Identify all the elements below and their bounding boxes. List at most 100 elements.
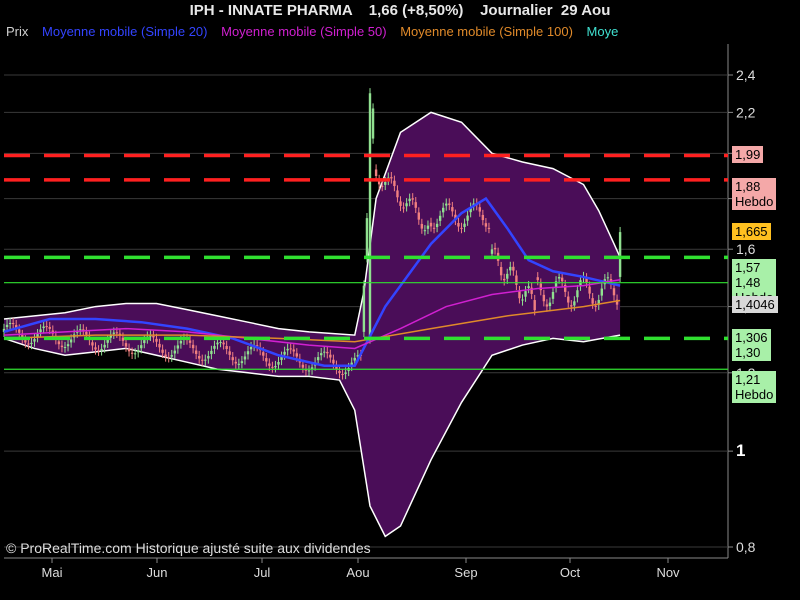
price-tag: 1,4046: [732, 296, 778, 314]
x-tick-label: Jun: [147, 565, 168, 580]
candle-body: [417, 212, 420, 220]
candle-body: [560, 277, 564, 282]
candle-body: [39, 329, 42, 333]
candle-body: [201, 359, 204, 361]
candle-body: [167, 357, 170, 359]
candle-body: [112, 332, 115, 334]
candle-body: [393, 180, 396, 187]
candle-body: [219, 342, 222, 344]
candle-body: [463, 223, 466, 227]
candle-body: [405, 203, 408, 207]
candle-body: [362, 285, 366, 332]
candle-body: [521, 299, 524, 301]
candle-body: [79, 329, 82, 331]
candle-body: [414, 202, 417, 208]
candle-body: [179, 341, 183, 344]
candle-body: [225, 345, 228, 350]
candle-body: [445, 203, 448, 206]
x-tick-label: Nov: [656, 565, 680, 580]
candle-body: [143, 340, 146, 344]
y-tick-label: 1: [736, 441, 745, 460]
candle-body: [283, 351, 286, 355]
candle-body: [164, 354, 167, 357]
candle-body: [91, 342, 94, 346]
candle-body: [518, 291, 521, 299]
candle-body: [332, 359, 335, 364]
candle-body: [432, 227, 436, 229]
candle-body: [173, 350, 176, 354]
candle-body: [194, 350, 198, 354]
candle-body: [100, 348, 103, 351]
candle-body: [606, 277, 610, 279]
price-tag: 1,99: [732, 146, 764, 164]
candle-body: [222, 342, 225, 345]
candle-body: [103, 344, 106, 348]
x-tick-label: Oct: [560, 565, 581, 580]
candle-body: [63, 347, 67, 349]
candle-body: [493, 247, 497, 250]
x-tick-label: Aou: [346, 565, 369, 580]
candle-body: [457, 222, 460, 227]
candle-body: [158, 343, 161, 348]
candle-body: [277, 361, 280, 365]
candle-body: [545, 304, 549, 307]
candle-body: [27, 343, 30, 345]
candle-body: [320, 353, 323, 356]
candle-body: [323, 351, 326, 353]
candle-body: [353, 357, 356, 361]
candle-body: [249, 346, 253, 350]
candle-body: [240, 361, 244, 364]
candle-body: [539, 283, 542, 291]
price-tag: 1,21 Hebdo: [732, 371, 777, 404]
candle-body: [176, 345, 180, 349]
candle-body: [573, 301, 576, 306]
candle-body: [438, 215, 442, 221]
candle-body: [292, 349, 295, 352]
candle-body: [408, 198, 411, 202]
candle-body: [271, 366, 274, 368]
candle-body: [307, 370, 311, 372]
candle-body: [115, 332, 119, 334]
candle-body: [435, 223, 439, 228]
candle-body: [567, 296, 570, 303]
price-chart[interactable]: 0,811,21,41,61,822,22,4MaiJunJulAouSepOc…: [0, 0, 800, 600]
candle-body: [374, 169, 378, 177]
candle-body: [499, 267, 503, 276]
candle-body: [231, 357, 234, 361]
candle-body: [216, 342, 219, 345]
candle-body: [426, 225, 430, 229]
candle-body: [18, 329, 21, 333]
candle-body: [48, 327, 51, 329]
candle-body: [170, 355, 173, 357]
candle-body: [127, 348, 131, 352]
candle-body: [429, 222, 433, 227]
candle-body: [512, 266, 515, 271]
candle-body: [365, 218, 369, 258]
candle-body: [94, 347, 97, 350]
candle-body: [478, 207, 481, 212]
candle-body: [246, 351, 250, 355]
candle-body: [45, 326, 48, 328]
candle-body: [591, 298, 594, 304]
candle-body: [66, 344, 70, 347]
price-tag: 1,665: [732, 223, 771, 241]
bollinger-band: [4, 112, 621, 537]
candle-body: [329, 354, 332, 358]
candle-body: [399, 201, 402, 206]
candle-body: [506, 273, 509, 279]
candle-body: [301, 364, 305, 368]
candle-body: [481, 214, 485, 221]
copyright-notice: © ProRealTime.com Historique ajusté suit…: [6, 540, 371, 556]
candle-body: [161, 349, 164, 353]
candle-body: [188, 340, 192, 343]
candle-body: [8, 322, 12, 324]
candle-body: [60, 345, 64, 348]
candle-body: [155, 338, 158, 342]
candle-body: [600, 288, 603, 296]
candle-body: [576, 290, 579, 298]
candle-body: [381, 185, 384, 187]
candle-body: [121, 337, 125, 341]
candle-body: [204, 359, 207, 361]
candle-body: [411, 198, 414, 200]
candle-body: [11, 323, 15, 325]
